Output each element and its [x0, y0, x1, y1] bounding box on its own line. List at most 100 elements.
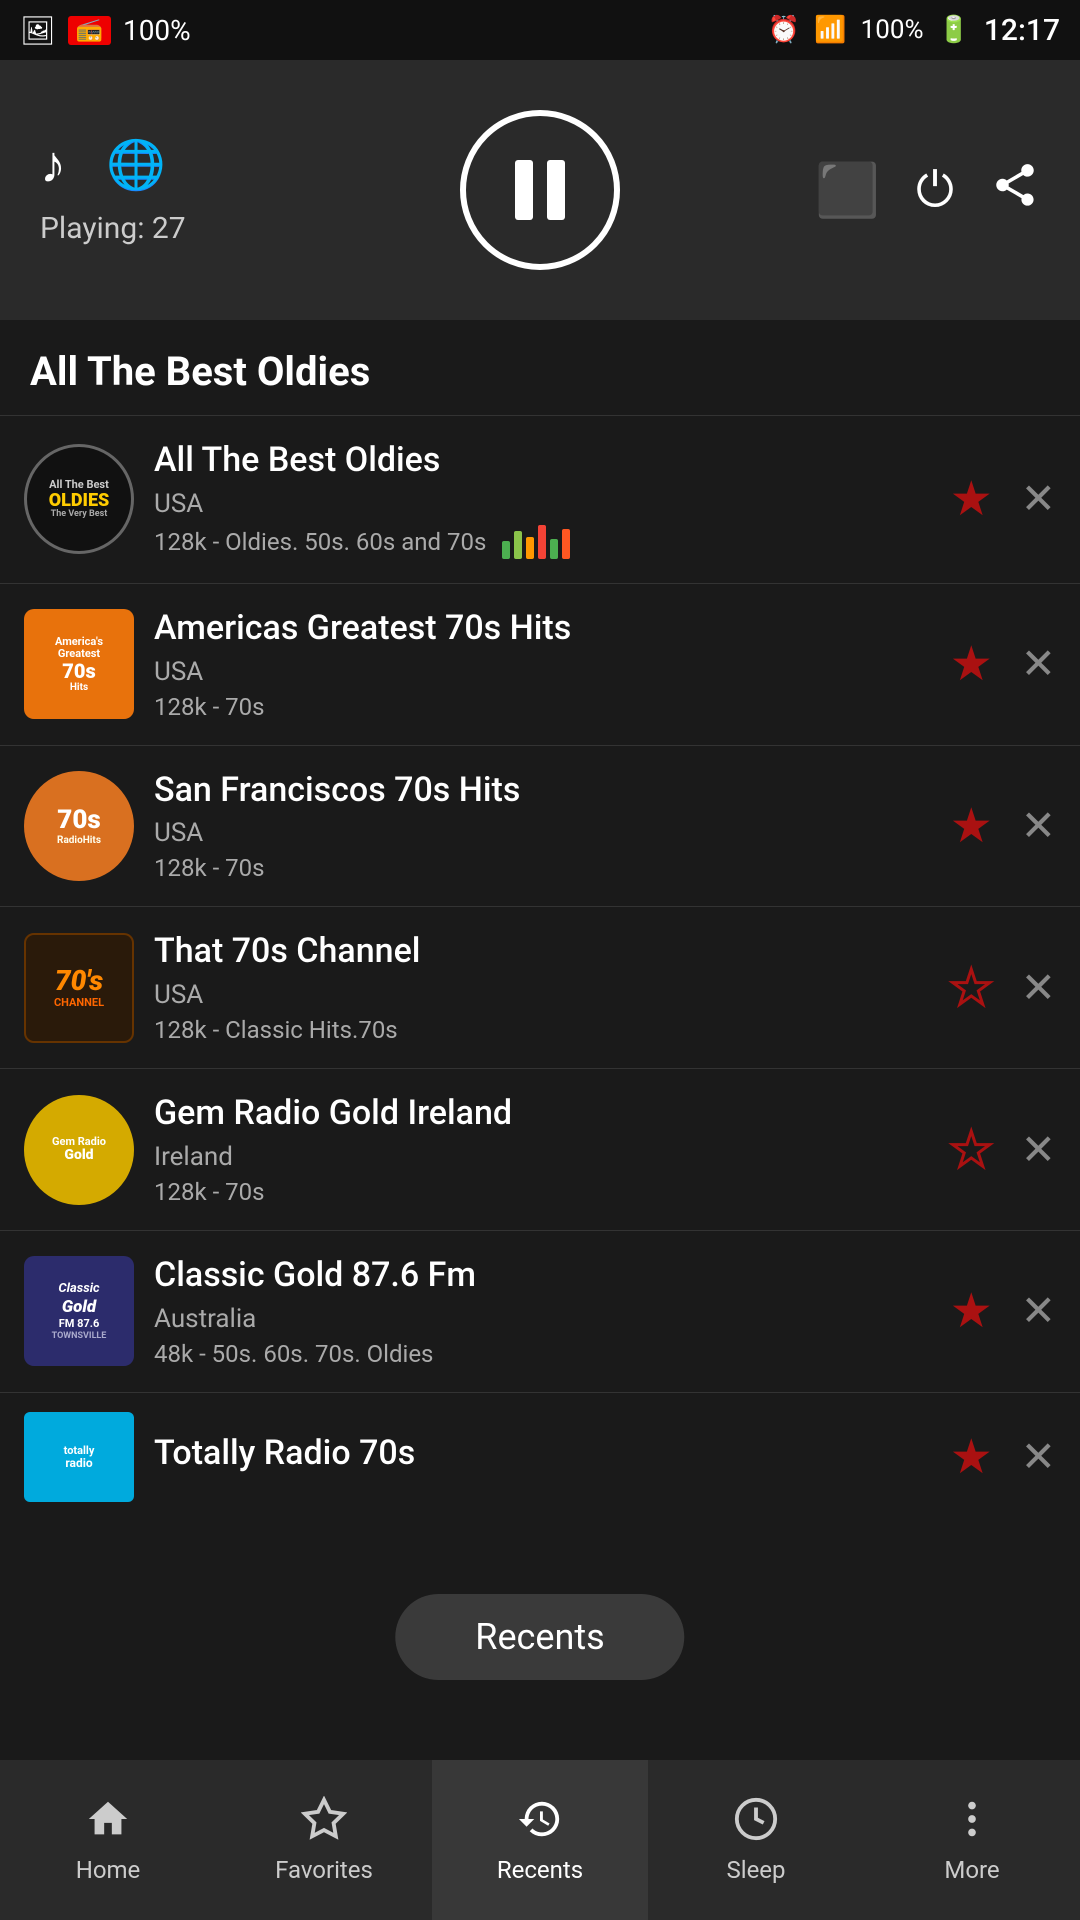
station-name: San Franciscos 70s Hits: [154, 770, 930, 811]
favorite-button[interactable]: ★: [950, 1287, 993, 1335]
time-display: 12:17: [984, 13, 1060, 48]
favorite-button[interactable]: ★: [950, 1433, 993, 1481]
nav-sleep-label: Sleep: [726, 1856, 785, 1884]
status-bar: 🖼 📻 100% ⏰ 📶 100% 🔋 12:17: [0, 0, 1080, 60]
station-item[interactable]: totally radio Totally Radio 70s ★ ✕: [0, 1392, 1080, 1522]
favorite-button[interactable]: ★: [950, 802, 993, 850]
station-actions: ★ ✕: [950, 1432, 1056, 1482]
station-item[interactable]: America's Greatest 70s Hits Americas Gre…: [0, 583, 1080, 745]
station-info: Totally Radio 70s: [154, 1433, 930, 1482]
nav-home-label: Home: [76, 1856, 141, 1884]
remove-button[interactable]: ✕: [1021, 474, 1056, 524]
station-info: All The Best Oldies USA 128k - Oldies. 5…: [154, 440, 930, 559]
status-left: 🖼 📻 100%: [20, 14, 191, 47]
station-actions: ★ ✕: [950, 963, 1056, 1013]
globe-icon[interactable]: 🌐: [106, 136, 166, 193]
star-icon: [301, 1796, 347, 1846]
station-meta: 128k - Oldies. 50s. 60s and 70s: [154, 525, 930, 559]
power-button[interactable]: ⏻: [916, 161, 954, 219]
share-button[interactable]: [990, 160, 1040, 221]
gallery-icon: 🖼: [20, 14, 56, 47]
station-logo: 70s RadioHits: [24, 771, 134, 881]
station-actions: ★ ✕: [950, 1125, 1056, 1175]
station-country: USA: [154, 657, 930, 687]
station-item[interactable]: 70's CHANNEL That 70s Channel USA 128k -…: [0, 906, 1080, 1068]
bottom-nav: Home Favorites Recents Sleep: [0, 1760, 1080, 1920]
station-logo: Gem Radio Gold: [24, 1095, 134, 1205]
eq-visualizer: [502, 525, 570, 559]
station-meta: 128k - Classic Hits.70s: [154, 1016, 930, 1044]
player-left-controls: ♪ 🌐 Playing: 27: [40, 134, 186, 246]
nav-recents-label: Recents: [497, 1856, 583, 1884]
favorite-button[interactable]: ★: [950, 640, 993, 688]
remove-button[interactable]: ✕: [1021, 963, 1056, 1013]
recents-tooltip: Recents: [395, 1594, 684, 1680]
station-name: Classic Gold 87.6 Fm: [154, 1255, 930, 1296]
station-meta: 128k - 70s: [154, 854, 930, 882]
station-country: USA: [154, 489, 930, 519]
remove-button[interactable]: ✕: [1021, 801, 1056, 851]
pause-icon: [515, 160, 565, 220]
station-logo: 70's CHANNEL: [24, 933, 134, 1043]
station-logo: All The Best OLDIES The Very Best: [24, 444, 134, 554]
station-country: USA: [154, 980, 930, 1010]
station-info: Gem Radio Gold Ireland Ireland 128k - 70…: [154, 1093, 930, 1206]
music-icon[interactable]: ♪: [40, 134, 66, 195]
station-meta: 128k - 70s: [154, 1178, 930, 1206]
station-info: That 70s Channel USA 128k - Classic Hits…: [154, 931, 930, 1044]
station-item[interactable]: Classic Gold FM 87.6 TOWNSVILLE Classic …: [0, 1230, 1080, 1392]
nav-favorites[interactable]: Favorites: [216, 1760, 432, 1920]
station-list: All The Best OLDIES The Very Best All Th…: [0, 415, 1080, 1795]
more-icon: [949, 1796, 995, 1846]
station-name: Gem Radio Gold Ireland: [154, 1093, 930, 1134]
nav-home[interactable]: Home: [0, 1760, 216, 1920]
remove-button[interactable]: ✕: [1021, 1432, 1056, 1482]
status-number: 100%: [123, 14, 191, 47]
favorite-button[interactable]: ★: [950, 475, 993, 523]
station-name: All The Best Oldies: [154, 440, 930, 481]
remove-button[interactable]: ✕: [1021, 1125, 1056, 1175]
pause-button[interactable]: [460, 110, 620, 270]
station-name: Totally Radio 70s: [154, 1433, 930, 1474]
radio-icon: 📻: [68, 16, 111, 45]
status-right: ⏰ 📶 100% 🔋 12:17: [768, 13, 1060, 48]
station-country: Australia: [154, 1304, 930, 1334]
wifi-icon: 📶: [814, 15, 846, 45]
player-right-controls: ⬛ ⏻: [815, 160, 1040, 221]
nav-sleep[interactable]: Sleep: [648, 1760, 864, 1920]
station-actions: ★ ✕: [950, 639, 1056, 689]
station-logo: America's Greatest 70s Hits: [24, 609, 134, 719]
station-meta: 48k - 50s. 60s. 70s. Oldies: [154, 1340, 930, 1368]
nav-more[interactable]: More: [864, 1760, 1080, 1920]
station-country: Ireland: [154, 1142, 930, 1172]
favorite-button[interactable]: ★: [950, 964, 993, 1012]
alarm-icon: ⏰: [768, 15, 800, 45]
playing-label: Playing: 27: [40, 211, 186, 246]
station-item[interactable]: 70s RadioHits San Franciscos 70s Hits US…: [0, 745, 1080, 907]
nav-more-label: More: [944, 1856, 999, 1884]
station-info: San Franciscos 70s Hits USA 128k - 70s: [154, 770, 930, 883]
nav-favorites-label: Favorites: [275, 1856, 373, 1884]
station-logo: totally radio: [24, 1412, 134, 1502]
station-meta: 128k - 70s: [154, 693, 930, 721]
station-name: Americas Greatest 70s Hits: [154, 608, 930, 649]
station-actions: ★ ✕: [950, 474, 1056, 524]
section-title: All The Best Oldies: [0, 320, 1080, 415]
station-logo: Classic Gold FM 87.6 TOWNSVILLE: [24, 1256, 134, 1366]
station-name: That 70s Channel: [154, 931, 930, 972]
remove-button[interactable]: ✕: [1021, 1286, 1056, 1336]
station-info: Classic Gold 87.6 Fm Australia 48k - 50s…: [154, 1255, 930, 1368]
favorite-button[interactable]: ★: [950, 1126, 993, 1174]
clock-icon: [733, 1796, 779, 1846]
battery-icon: 🔋: [938, 15, 970, 45]
history-icon: [517, 1796, 563, 1846]
station-item[interactable]: Gem Radio Gold Gem Radio Gold Ireland Ir…: [0, 1068, 1080, 1230]
home-icon: [85, 1796, 131, 1846]
stop-button[interactable]: ⬛: [815, 160, 880, 221]
station-country: USA: [154, 818, 930, 848]
nav-recents[interactable]: Recents: [432, 1760, 648, 1920]
station-item[interactable]: All The Best OLDIES The Very Best All Th…: [0, 415, 1080, 583]
remove-button[interactable]: ✕: [1021, 639, 1056, 689]
player-header: ♪ 🌐 Playing: 27 ⬛ ⏻: [0, 60, 1080, 320]
station-actions: ★ ✕: [950, 1286, 1056, 1336]
